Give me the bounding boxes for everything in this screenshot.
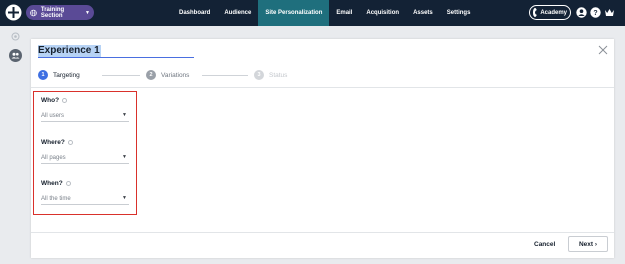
when-label: When? xyxy=(41,180,71,187)
step-number: 1 xyxy=(38,70,48,80)
where-label: Where? xyxy=(41,139,73,146)
nav-assets[interactable]: Assets xyxy=(406,0,440,26)
chevron-down-icon: ▼ xyxy=(122,154,127,160)
step-connector xyxy=(202,75,248,76)
step-variations[interactable]: 2 Variations xyxy=(146,69,189,81)
step-targeting[interactable]: 1 Targeting xyxy=(38,69,80,81)
brand-logo-icon[interactable] xyxy=(5,4,22,21)
step-status: 3 Status xyxy=(254,69,287,81)
nav-dashboard[interactable]: Dashboard xyxy=(172,0,217,26)
divider xyxy=(31,87,614,88)
who-value: All users xyxy=(41,113,65,119)
nav-site-personalization[interactable]: Site Personalization xyxy=(258,0,330,26)
nav-acquisition[interactable]: Acquisition xyxy=(359,0,406,26)
section-selector[interactable]: Training Section ▼ xyxy=(26,5,94,20)
settings-icon[interactable] xyxy=(10,31,21,42)
when-label-text: When? xyxy=(41,180,63,187)
info-icon[interactable] xyxy=(62,98,68,103)
main-nav: Dashboard Audience Site Personalization … xyxy=(172,0,477,26)
step-label: Status xyxy=(269,71,288,79)
academy-label: Academy xyxy=(540,9,567,16)
step-connector xyxy=(102,75,140,76)
academy-button[interactable]: Academy xyxy=(529,5,571,20)
targeting-section: Who? All users ▼ Where? All pages ▼ When… xyxy=(33,91,137,215)
who-select[interactable]: All users ▼ xyxy=(41,111,129,122)
step-label: Targeting xyxy=(53,71,80,79)
globe-icon xyxy=(30,9,37,16)
top-navigation-bar: Training Section ▼ Dashboard Audience Si… xyxy=(0,0,625,26)
step-label: Variations xyxy=(161,71,190,79)
cancel-button[interactable]: Cancel xyxy=(534,241,555,248)
nav-audience[interactable]: Audience xyxy=(217,0,258,26)
nav-settings[interactable]: Settings xyxy=(440,0,478,26)
step-number: 3 xyxy=(254,70,264,80)
chevron-down-icon: ▼ xyxy=(122,195,127,201)
nav-email[interactable]: Email xyxy=(329,0,359,26)
where-select[interactable]: All pages ▼ xyxy=(41,153,129,164)
next-button[interactable]: Next › xyxy=(568,236,608,252)
section-label: Training Section xyxy=(40,6,65,19)
footer-divider xyxy=(31,232,614,233)
user-icon[interactable] xyxy=(576,7,587,18)
info-icon[interactable] xyxy=(65,181,71,186)
step-number: 2 xyxy=(146,70,156,80)
experience-title: Experience 1 xyxy=(38,45,101,57)
crown-icon[interactable] xyxy=(604,7,615,18)
where-value: All pages xyxy=(41,155,66,161)
when-select[interactable]: All the time ▼ xyxy=(41,194,129,205)
close-icon[interactable] xyxy=(598,45,608,55)
experience-title-input[interactable]: Experience 1 xyxy=(38,45,194,58)
info-icon[interactable] xyxy=(67,140,73,145)
help-icon[interactable]: ? xyxy=(590,7,601,18)
chevron-down-icon: ▼ xyxy=(85,9,90,16)
where-label-text: Where? xyxy=(41,139,65,146)
who-label-text: Who? xyxy=(41,97,60,104)
svg-text:?: ? xyxy=(593,10,597,17)
academy-icon xyxy=(533,8,541,17)
experience-panel: Experience 1 1 Targeting 2 Variations 3 … xyxy=(31,39,614,258)
users-icon[interactable] xyxy=(9,49,22,62)
chevron-down-icon: ▼ xyxy=(122,112,127,118)
when-value: All the time xyxy=(41,196,71,202)
who-label: Who? xyxy=(41,97,68,104)
